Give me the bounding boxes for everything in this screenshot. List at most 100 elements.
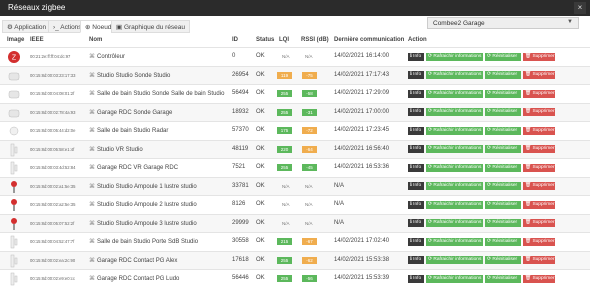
ieee-cell: 00:15:8d:00:05:07:52:2f [30, 220, 75, 226]
info-button[interactable]: ℹ Info [408, 145, 424, 153]
info-button[interactable]: ℹ Info [408, 52, 424, 61]
reinit-button[interactable]: ⟳ Réinitialiser [485, 71, 521, 79]
reinit-button[interactable]: ⟳ Réinitialiser [485, 237, 521, 246]
info-button[interactable]: ℹ Info [408, 182, 424, 190]
refresh-info-button-label: Rafraichir informations [433, 257, 482, 262]
delete-button[interactable]: 🗑 Supprimer [523, 237, 555, 246]
nom-cell: ⌘ Garage RDC Contact PG Ludo [89, 275, 179, 282]
reinit-button[interactable]: ⟳ Réinitialiser [485, 145, 521, 153]
reinit-button[interactable]: ⟳ Réinitialiser [485, 163, 521, 172]
refresh-info-button[interactable]: ⟳ Rafraichir informations [426, 126, 483, 135]
refresh-info-button[interactable]: ⟳ Rafraichir informations [426, 108, 483, 116]
reinit-button[interactable]: ⟳ Réinitialiser [485, 108, 521, 116]
info-button[interactable]: ℹ Info [408, 200, 424, 209]
network-icon: ⌘ [89, 202, 95, 208]
delete-button[interactable]: 🗑 Supprimer [523, 182, 555, 190]
delete-button[interactable]: 🗑 Supprimer [523, 126, 555, 135]
last-communication-cell: 14/02/2021 17:02:40 [334, 238, 390, 244]
network-select[interactable]: Combee2 Garage ▼ [427, 17, 579, 29]
nom-cell: ⌘ Studio Studio Ampoule 1 lustre studio [89, 183, 197, 190]
refresh-info-button[interactable]: ⟳ Rafraichir informations [426, 182, 483, 190]
reinit-button-label: Réinitialiser [492, 164, 518, 170]
network-icon: ⌘ [89, 91, 95, 97]
reinit-button[interactable]: ⟳ Réinitialiser [485, 89, 521, 98]
status-cell: OK [256, 238, 265, 244]
delete-button[interactable]: 🗑 Supprimer [523, 71, 555, 79]
rssi-cell: N/A [305, 183, 313, 189]
reinit-button[interactable]: ⟳ Réinitialiser [485, 182, 521, 190]
delete-button[interactable]: 🗑 Supprimer [523, 89, 555, 98]
refresh-info-button[interactable]: ⟳ Rafraichir informations [426, 163, 483, 172]
info-button[interactable]: ℹ Info [408, 163, 424, 172]
refresh-info-button[interactable]: ⟳ Rafraichir informations [426, 219, 483, 227]
info-button-label: Info [413, 72, 422, 77]
ieee-cell: 00:15:8d:00:04:08:01:2f [30, 91, 75, 96]
reinit-button-label: Réinitialiser [492, 109, 518, 114]
header-ieee: IEEE [30, 37, 44, 43]
reinit-button[interactable]: ⟳ Réinitialiser [485, 256, 521, 264]
nom-cell: ⌘ Salle de bain Studio Sonde Salle de bai… [89, 90, 224, 97]
bulb-icon [7, 179, 21, 195]
delete-button-label: Supprimer [532, 90, 555, 96]
refresh-info-button-label: Rafraichir informations [433, 53, 482, 59]
last-communication-cell: 14/02/2021 17:23:45 [334, 127, 390, 133]
info-button-label: Info [413, 127, 422, 133]
controller-icon: Z [7, 49, 21, 65]
info-button[interactable]: ℹ Info [408, 274, 424, 283]
delete-button-label: Supprimer [532, 220, 555, 225]
refresh-info-button[interactable]: ⟳ Rafraichir informations [426, 52, 483, 61]
info-button[interactable]: ℹ Info [408, 108, 424, 116]
reinit-button-label: Réinitialiser [492, 146, 518, 151]
delete-button[interactable]: 🗑 Supprimer [523, 52, 555, 61]
network-icon: ⌘ [89, 54, 95, 60]
tab-graph[interactable]: ▣ Graphique du réseau [111, 20, 191, 33]
reinit-button[interactable]: ⟳ Réinitialiser [485, 219, 521, 227]
refresh-info-button[interactable]: ⟳ Rafraichir informations [426, 274, 483, 283]
reinit-button[interactable]: ⟳ Réinitialiser [485, 126, 521, 135]
close-icon[interactable]: × [574, 2, 586, 14]
reinit-button[interactable]: ⟳ Réinitialiser [485, 52, 521, 61]
delete-button[interactable]: 🗑 Supprimer [523, 200, 555, 209]
lqi-badge: 255 [277, 90, 292, 97]
tab-application[interactable]: ⚙ Application [2, 20, 52, 33]
refresh-info-button[interactable]: ⟳ Rafraichir informations [426, 89, 483, 98]
lqi-badge: 215 [277, 238, 292, 245]
refresh-info-button[interactable]: ⟳ Rafraichir informations [426, 71, 483, 79]
status-cell: OK [256, 108, 265, 115]
table-row: 00:15:8d:00:04:52:47:7f ⌘ Salle de bain St… [0, 232, 590, 251]
nom-cell: ⌘ Salle de bain Studio Porte SdB Studio [89, 238, 198, 245]
ieee-cell: 00:15:8d:00:02:a2:5e:35 [30, 202, 76, 207]
delete-button[interactable]: 🗑 Supprimer [523, 163, 555, 172]
refresh-info-button[interactable]: ⟳ Rafraichir informations [426, 200, 483, 209]
nom-cell: ⌘ Studio Studio Ampoule 3 lustre studio [89, 220, 197, 227]
rssi-badge: -58 [302, 90, 317, 97]
delete-button[interactable]: 🗑 Supprimer [523, 219, 555, 227]
info-button[interactable]: ℹ Info [408, 89, 424, 98]
info-button[interactable]: ℹ Info [408, 71, 424, 79]
reinit-button[interactable]: ⟳ Réinitialiser [485, 200, 521, 209]
id-cell: 17618 [232, 256, 249, 263]
ieee-cell: 00:15:8d:00:05:58:e1:4f [30, 146, 75, 152]
status-cell: OK [256, 127, 265, 133]
door-icon [7, 160, 21, 176]
delete-button[interactable]: 🗑 Supprimer [523, 108, 555, 116]
info-button[interactable]: ℹ Info [408, 237, 424, 246]
rssi-badge: -75 [302, 71, 317, 79]
info-button[interactable]: ℹ Info [408, 256, 424, 264]
refresh-info-button[interactable]: ⟳ Rafraichir informations [426, 256, 483, 264]
info-button[interactable]: ℹ Info [408, 126, 424, 135]
delete-button[interactable]: 🗑 Supprimer [523, 274, 555, 283]
reinit-button[interactable]: ⟳ Réinitialiser [485, 274, 521, 283]
id-cell: 33781 [232, 182, 249, 189]
lqi-badge: 255 [277, 108, 292, 116]
delete-button[interactable]: 🗑 Supprimer [523, 145, 555, 153]
rssi-cell: N/A [305, 202, 313, 207]
delete-button-label: Supprimer [532, 201, 555, 207]
nom-cell: ⌘ Contrôleur [89, 53, 125, 60]
refresh-info-button[interactable]: ⟳ Rafraichir informations [426, 237, 483, 246]
refresh-info-button[interactable]: ⟳ Rafraichir informations [426, 145, 483, 153]
delete-button-label: Supprimer [532, 257, 555, 262]
info-button[interactable]: ℹ Info [408, 219, 424, 227]
network-icon: ⌘ [89, 220, 95, 227]
delete-button[interactable]: 🗑 Supprimer [523, 256, 555, 264]
